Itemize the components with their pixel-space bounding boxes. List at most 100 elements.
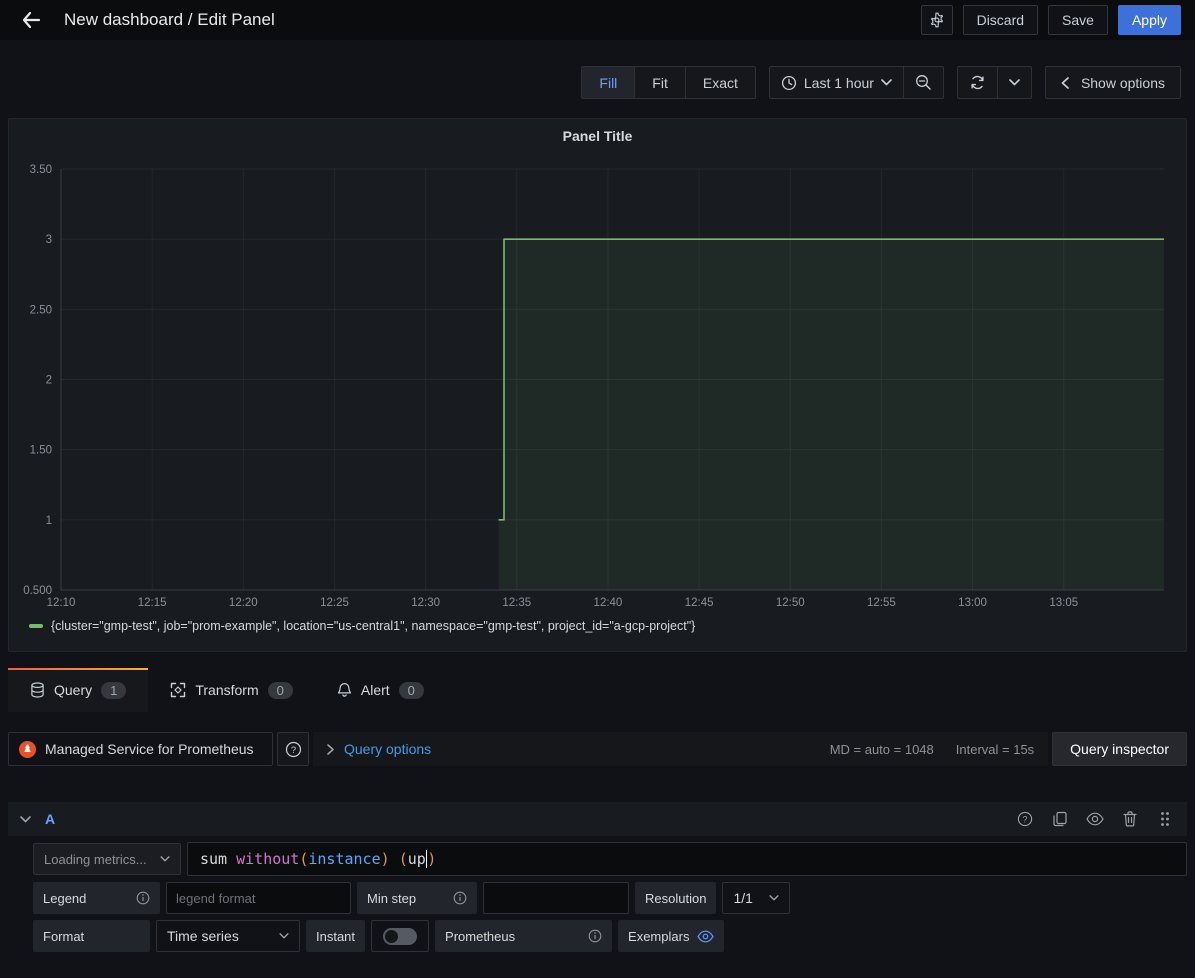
refresh-group [957,66,1032,99]
query-row-actions: ? [1015,809,1175,829]
min-step-label: Min step [357,882,477,914]
datasource-row: Managed Service for Prometheus ? Query o… [8,731,1187,767]
exemplars-toggle[interactable]: Exemplars [618,920,724,952]
svg-text:3: 3 [46,234,52,246]
svg-text:1.50: 1.50 [30,445,52,457]
delete-query-button[interactable] [1120,809,1140,829]
chevron-down-icon [881,79,892,86]
query-options-summary: MD = auto = 1048 Interval = 15s [830,742,1034,757]
time-range-picker[interactable]: Last 1 hour [770,67,904,98]
query-help-button[interactable]: ? [1015,809,1035,829]
query-editor-card: A ? Loading metrics... sum without(insta… [8,802,1187,952]
refresh-button[interactable] [958,67,998,98]
panel-toolbar: Fill Fit Exact Last 1 hour Show options [0,66,1181,99]
resolution-value: 1/1 [733,890,752,906]
format-value: Time series [167,928,239,944]
tab-query[interactable]: Query 1 [8,668,148,712]
arrow-left-icon [21,10,41,30]
grip-dots-icon [1160,811,1170,827]
chevron-down-icon [1009,79,1020,86]
legend-format-input[interactable] [166,882,351,914]
svg-text:12:30: 12:30 [411,597,440,609]
exemplars-eye-icon [697,930,714,943]
view-mode-fill[interactable]: Fill [582,67,635,98]
format-select[interactable]: Time series [156,920,300,952]
zoom-out-icon [915,74,932,91]
svg-text:12:55: 12:55 [867,597,896,609]
svg-text:12:20: 12:20 [229,597,258,609]
toggle-switch-off [383,928,417,945]
datasource-help-button[interactable]: ? [277,732,309,766]
top-header: New dashboard / Edit Panel Discard Save … [0,0,1195,40]
show-options-button[interactable]: Show options [1045,66,1181,99]
max-data-points-info: MD = auto = 1048 [830,742,934,757]
time-range-label: Last 1 hour [804,75,874,91]
chevron-right-icon [327,744,334,755]
clock-icon [781,75,797,91]
chevron-left-icon [1061,77,1069,89]
prometheus-type-label: Prometheus [435,920,612,952]
svg-text:12:35: 12:35 [502,597,531,609]
svg-text:1: 1 [46,515,52,527]
back-button[interactable] [16,5,46,35]
info-icon[interactable] [136,891,150,905]
query-ref-id: A [45,811,55,827]
query-options-row-2: Format Time series Instant Prometheus Ex… [33,920,1187,952]
query-row-header[interactable]: A ? [8,802,1187,836]
duplicate-query-button[interactable] [1050,809,1070,829]
view-mode-group: Fill Fit Exact [581,66,755,99]
refresh-interval-dropdown[interactable] [998,67,1031,98]
trash-icon [1123,811,1137,827]
datasource-name: Managed Service for Prometheus [45,741,254,757]
chevron-down-icon [279,933,289,939]
tab-alert[interactable]: Alert 0 [315,668,446,712]
query-options-toggle[interactable]: Query options [344,741,431,757]
panel-settings-button[interactable] [921,5,953,35]
eye-icon [1086,812,1104,826]
svg-text:2.50: 2.50 [30,304,52,316]
svg-text:?: ? [1023,814,1028,824]
instant-label: Instant [306,920,365,952]
transform-icon [170,682,186,698]
resolution-label: Resolution [635,882,716,914]
instant-toggle[interactable] [371,920,429,952]
info-icon[interactable] [588,929,602,943]
info-icon[interactable] [453,891,467,905]
query-inspector-button[interactable]: Query inspector [1052,732,1187,766]
datasource-picker[interactable]: Managed Service for Prometheus [8,732,273,766]
time-series-chart[interactable]: 12:1012:1512:2012:2512:3012:3512:4012:45… [9,147,1186,617]
promql-expression-input[interactable]: sum without(instance) (up) [187,842,1187,876]
svg-text:12:15: 12:15 [138,597,167,609]
query-options-bar: Query options MD = auto = 1048 Interval … [313,732,1048,766]
svg-text:0.500: 0.500 [23,585,52,597]
zoom-out-button[interactable] [904,67,943,98]
tab-alert-count: 0 [399,682,424,699]
bell-icon [337,682,352,698]
gear-icon [929,12,945,28]
view-mode-fit[interactable]: Fit [635,67,686,98]
time-picker-group: Last 1 hour [769,66,944,99]
chart-legend[interactable]: {cluster="gmp-test", job="prom-example",… [9,617,1186,633]
metric-select[interactable]: Loading metrics... [33,843,181,875]
svg-text:12:25: 12:25 [320,597,349,609]
apply-button[interactable]: Apply [1118,5,1181,35]
collapse-chevron-icon[interactable] [20,816,31,823]
discard-button[interactable]: Discard [963,5,1038,35]
drag-handle[interactable] [1155,809,1175,829]
svg-text:2: 2 [46,375,52,387]
svg-text:13:00: 13:00 [958,597,987,609]
view-mode-exact[interactable]: Exact [686,67,755,98]
svg-text:?: ? [290,745,295,756]
page-title: New dashboard / Edit Panel [64,10,275,30]
interval-info: Interval = 15s [956,742,1034,757]
toggle-query-visibility-button[interactable] [1085,809,1105,829]
svg-text:12:50: 12:50 [776,597,805,609]
min-step-input[interactable] [483,882,629,914]
save-button[interactable]: Save [1048,5,1108,35]
tab-transform[interactable]: Transform 0 [148,668,315,712]
header-actions: Discard Save Apply [921,5,1181,35]
chevron-down-icon [769,895,779,901]
resolution-select[interactable]: 1/1 [722,882,790,914]
panel-preview: Panel Title 12:1012:1512:2012:2512:3012:… [8,118,1187,652]
tab-alert-label: Alert [361,682,390,698]
